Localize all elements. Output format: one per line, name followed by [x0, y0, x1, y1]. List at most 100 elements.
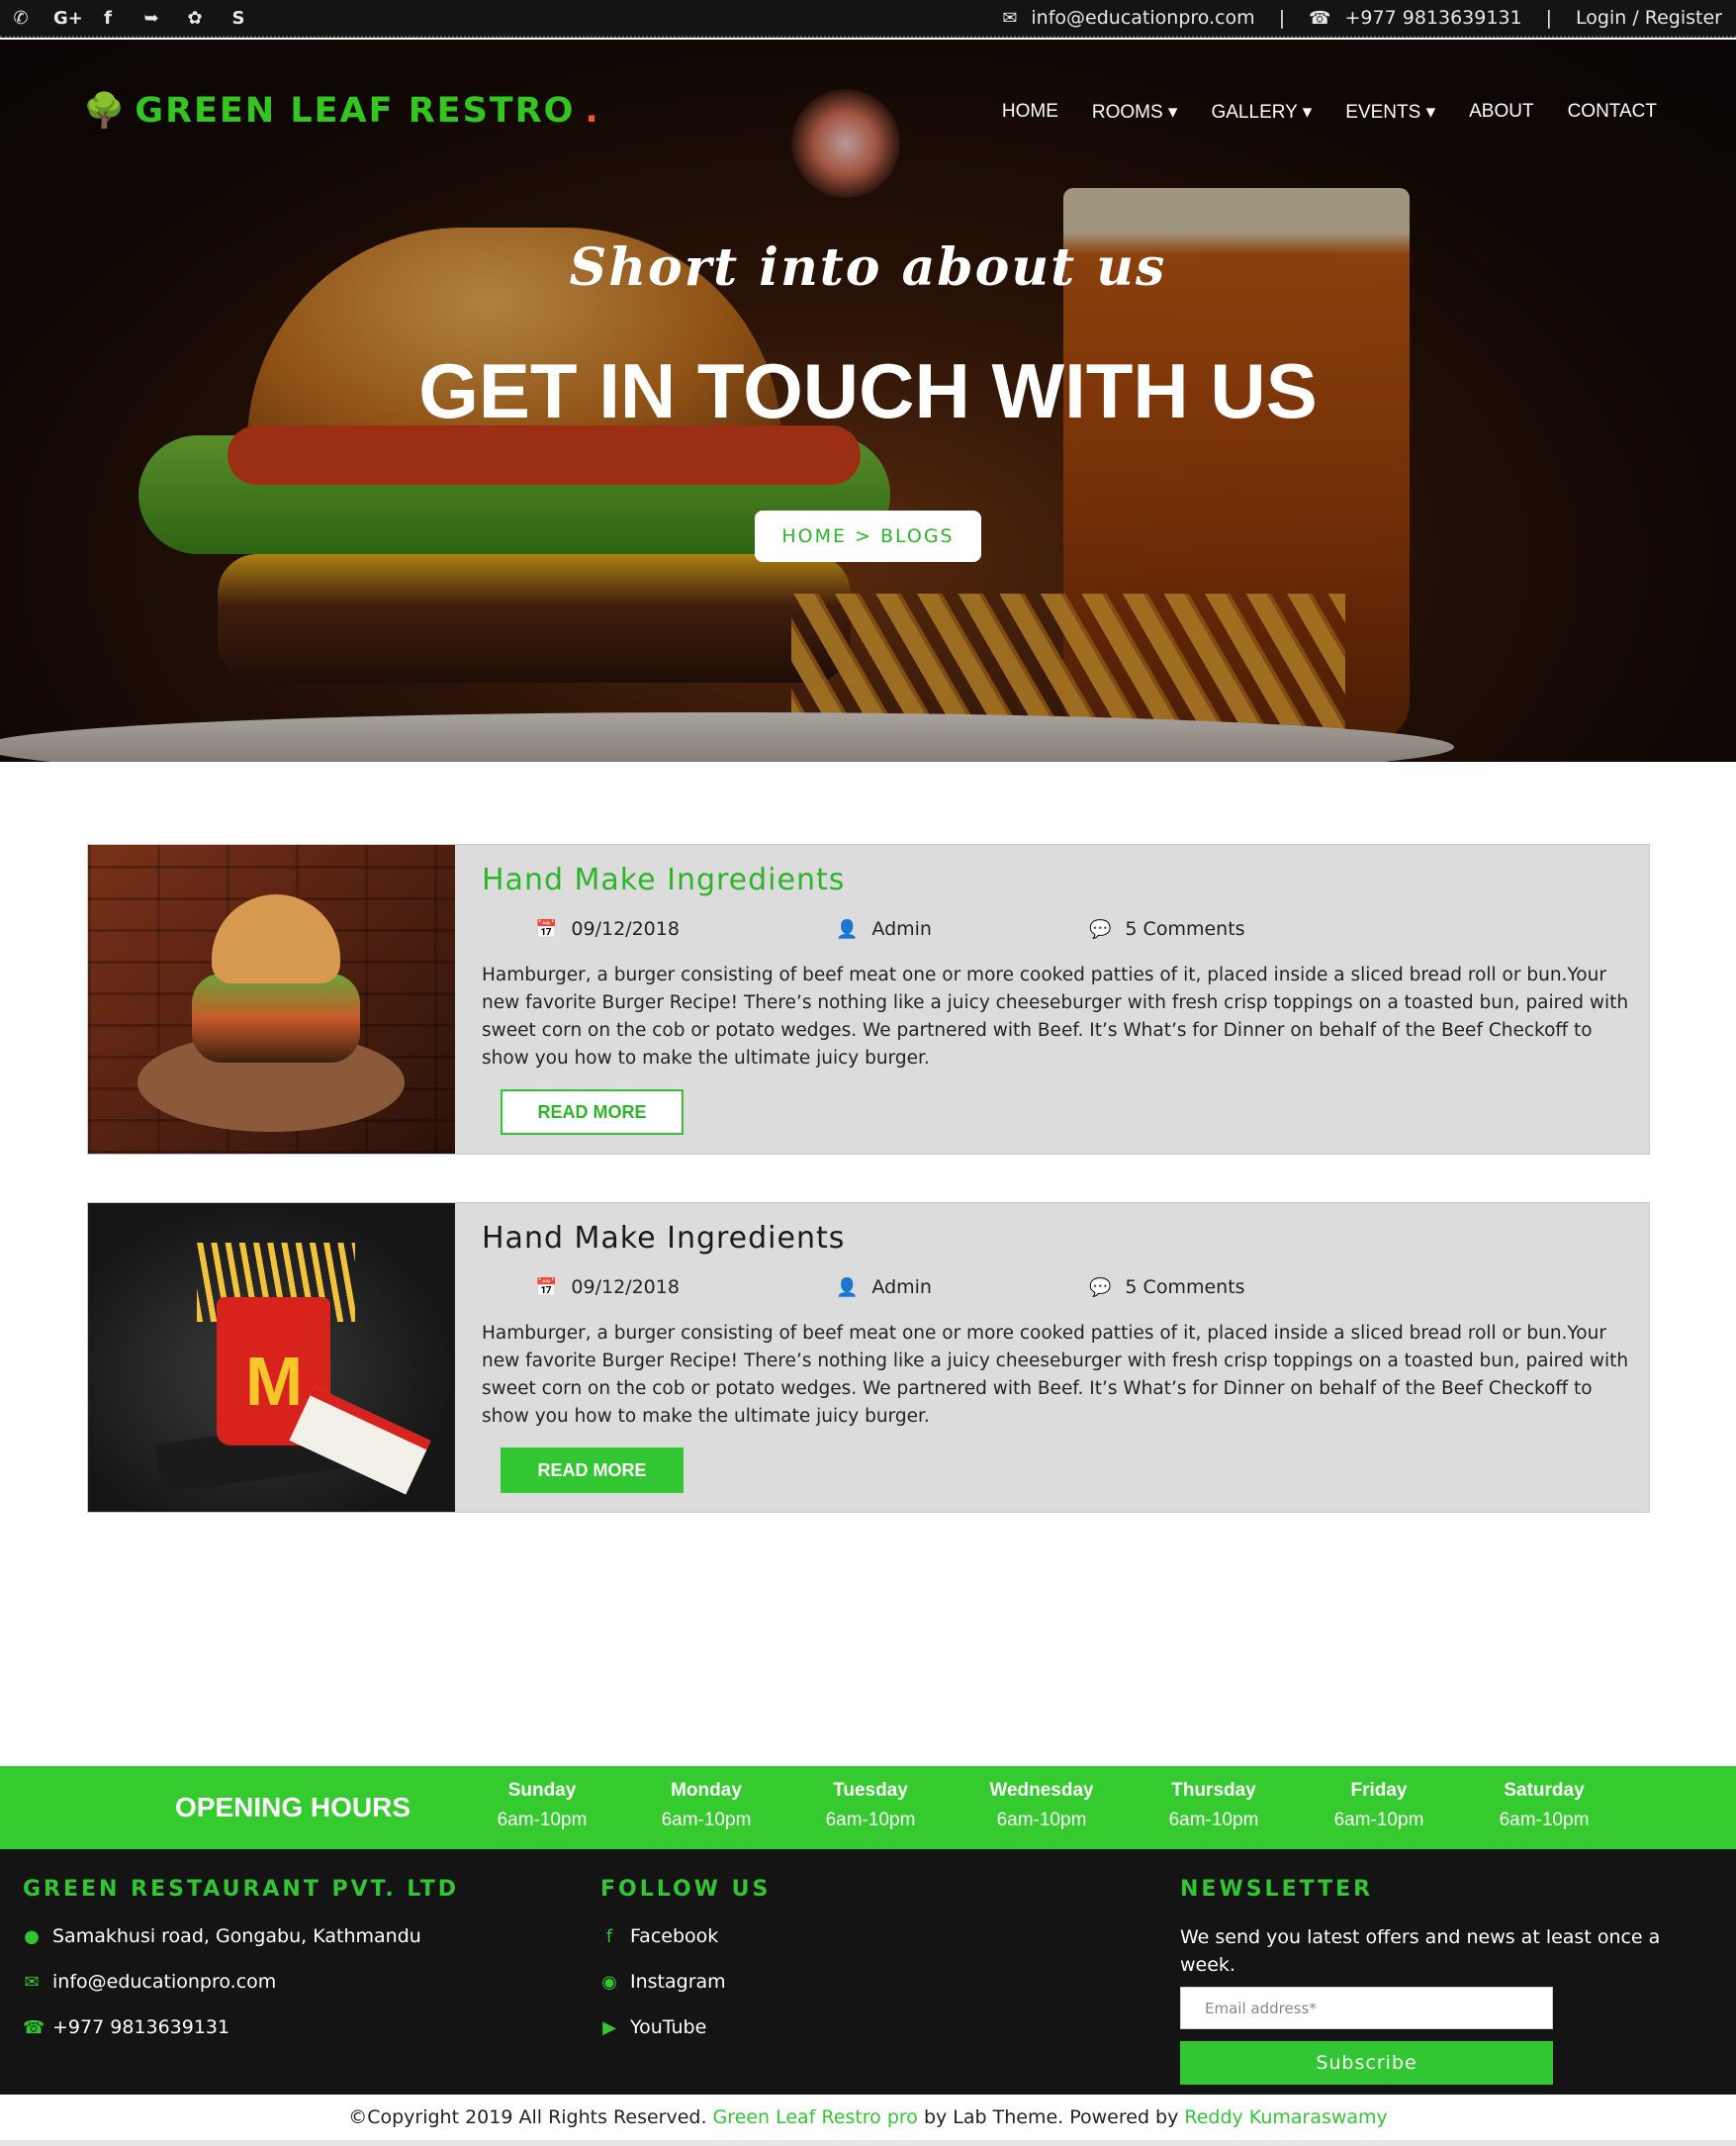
follow-youtube[interactable]: ▶ YouTube	[600, 2016, 771, 2038]
post-meta: 📅 09/12/2018 👤 Admin 💬 5 Comments	[482, 918, 1273, 944]
address-text: Samakhusi road, Gongabu, Kathmandu	[52, 1925, 421, 1947]
hero-subtitle: Short into about us	[569, 237, 1167, 298]
hours-day: Sunday 6am-10pm	[473, 1780, 611, 1831]
skype-icon[interactable]: S	[228, 8, 249, 29]
follow-heading: FOLLOW US	[600, 1877, 772, 1902]
fries-bag	[289, 1386, 431, 1495]
footer-follow: FOLLOW US f Facebook ◉ Instagram ▶ YouTu…	[600, 1877, 771, 2038]
post-author-value[interactable]: Admin	[871, 1276, 932, 1298]
read-more-button[interactable]: READ MORE	[501, 1089, 684, 1135]
day-time: 6am-10pm	[1333, 1810, 1424, 1830]
post-title[interactable]: Hand Make Ingredients	[482, 863, 845, 897]
mcdonalds-logo-icon: M	[244, 1343, 304, 1420]
breadcrumb: HOME > BLOGS	[755, 511, 981, 562]
google-plus-icon[interactable]: G+	[53, 8, 83, 29]
day-time: 6am-10pm	[996, 1810, 1087, 1830]
footer: GREEN RESTAURANT PVT. LTD ● Samakhusi ro…	[0, 1849, 1736, 2095]
hero-title: GET IN TOUCH WITH US	[418, 347, 1318, 434]
follow-instagram[interactable]: ◉ Instagram	[600, 1971, 771, 1993]
nav-menu: HOME ROOMS ▾ GALLERY ▾ EVENTS ▾ ABOUT CO…	[1002, 101, 1657, 124]
separator: |	[1545, 7, 1553, 29]
newsletter-email-input[interactable]: Email address*	[1180, 1987, 1553, 2029]
newsletter-text: We send you latest offers and news at le…	[1180, 1926, 1661, 1976]
post-author: 👤 Admin	[836, 1276, 932, 1298]
day-name: Saturday	[1504, 1780, 1585, 1801]
post-excerpt: Hamburger, a burger consisting of beef m…	[482, 965, 1629, 1069]
instagram-link[interactable]: Instagram	[630, 1971, 726, 1993]
post-author-value[interactable]: Admin	[871, 918, 932, 940]
facebook-icon[interactable]: f	[97, 8, 119, 29]
blog-post: M Hand Make Ingredients 📅 09/12/2018 👤 A…	[87, 1202, 1650, 1513]
top-email[interactable]: info@educationpro.com	[1031, 7, 1254, 29]
phone-text[interactable]: +977 9813639131	[52, 2016, 229, 2038]
post-comments-value[interactable]: 5 Comments	[1125, 1276, 1244, 1298]
login-register-link[interactable]: Login / Register	[1576, 7, 1722, 29]
hours-day: Thursday 6am-10pm	[1144, 1780, 1283, 1831]
post-author: 👤 Admin	[836, 918, 932, 940]
footer-company: GREEN RESTAURANT PVT. LTD ● Samakhusi ro…	[23, 1877, 459, 2038]
post-comments: 💬 5 Comments	[1089, 1276, 1245, 1298]
company-phone: ☎ +977 9813639131	[23, 2016, 459, 2038]
email-text[interactable]: info@educationpro.com	[52, 1971, 276, 1993]
breadcrumb-current: BLOGS	[879, 525, 955, 547]
hours-day: Friday 6am-10pm	[1310, 1780, 1448, 1831]
instagram-icon: ◉	[601, 1971, 617, 1993]
user-icon: 👤	[836, 918, 859, 940]
day-name: Wednesday	[989, 1780, 1094, 1801]
nav-about[interactable]: ABOUT	[1469, 101, 1533, 124]
day-time: 6am-10pm	[497, 1810, 588, 1830]
site-logo[interactable]: 🌳 GREEN LEAF RESTRO.	[83, 91, 598, 131]
post-meta: 📅 09/12/2018 👤 Admin 💬 5 Comments	[482, 1276, 1273, 1302]
post-comments-value[interactable]: 5 Comments	[1125, 918, 1244, 940]
twitter-icon[interactable]: ✿	[184, 8, 206, 29]
comment-icon: 💬	[1089, 918, 1112, 940]
footer-newsletter: NEWSLETTER We send you latest offers and…	[1180, 1877, 1694, 2085]
nav-gallery[interactable]: GALLERY ▾	[1211, 101, 1312, 124]
envelope-icon: ✉	[24, 1971, 40, 1993]
youtube-icon: ▶	[602, 2016, 616, 2038]
copyright-text: ©Copyright 2019 All Rights Reserved.	[348, 2106, 707, 2128]
post-excerpt: Hamburger, a burger consisting of beef m…	[482, 1323, 1629, 1427]
day-name: Tuesday	[833, 1780, 908, 1801]
separator: |	[1278, 7, 1286, 29]
breadcrumb-home[interactable]: HOME	[781, 525, 847, 547]
nav-home[interactable]: HOME	[1002, 101, 1058, 124]
day-name: Friday	[1350, 1780, 1408, 1801]
facebook-link[interactable]: Facebook	[630, 1925, 718, 1947]
youtube-link[interactable]: YouTube	[630, 2016, 706, 2038]
nav-events[interactable]: EVENTS ▾	[1345, 101, 1435, 124]
brand-name: GREEN LEAF RESTRO	[135, 91, 576, 131]
copyright-middle: by Lab Theme. Powered by	[923, 2106, 1179, 2128]
top-phone[interactable]: +977 9813639131	[1345, 7, 1522, 29]
envelope-icon: ✉	[1002, 7, 1018, 29]
top-bar: ✆ G+ f ➥ ✿ S ✉ info@educationpro.com | ☎…	[0, 0, 1736, 38]
hours-day: Monday 6am-10pm	[637, 1780, 776, 1831]
post-title[interactable]: Hand Make Ingredients	[482, 1221, 845, 1256]
company-email: ✉ info@educationpro.com	[23, 1971, 459, 1993]
calendar-icon: 📅	[535, 918, 558, 940]
day-time: 6am-10pm	[1168, 1810, 1259, 1830]
messenger-icon[interactable]: ➥	[140, 8, 162, 29]
post-image-fries[interactable]: M	[88, 1203, 455, 1512]
copyright-bar: ©Copyright 2019 All Rights Reserved. Gre…	[0, 2095, 1736, 2140]
follow-facebook[interactable]: f Facebook	[600, 1925, 771, 1947]
opening-hours-bar: OPENING HOURS Sunday 6am-10pm Monday 6am…	[0, 1766, 1736, 1849]
post-image-burger[interactable]	[88, 845, 455, 1154]
post-date-value: 09/12/2018	[571, 918, 680, 940]
map-pin-icon: ●	[24, 1925, 40, 1947]
brand-link[interactable]: Green Leaf Restro pro	[713, 2106, 918, 2128]
day-name: Sunday	[507, 1780, 577, 1801]
brand-dot: .	[585, 91, 598, 131]
nav-contact[interactable]: CONTACT	[1568, 101, 1657, 124]
phone-icon: ☎	[1309, 7, 1331, 29]
author-link[interactable]: Reddy Kumaraswamy	[1184, 2106, 1387, 2128]
subscribe-button[interactable]: Subscribe	[1180, 2041, 1553, 2085]
nav-rooms[interactable]: ROOMS ▾	[1092, 101, 1178, 124]
user-icon: 👤	[836, 1276, 859, 1298]
calendar-icon: 📅	[535, 1276, 558, 1298]
main-nav: 🌳 GREEN LEAF RESTRO. HOME ROOMS ▾ GALLER…	[0, 40, 1736, 188]
whatsapp-icon[interactable]: ✆	[10, 8, 32, 29]
hours-day: Tuesday 6am-10pm	[801, 1780, 940, 1831]
breadcrumb-separator: >	[855, 525, 872, 547]
read-more-button[interactable]: READ MORE	[501, 1447, 684, 1493]
